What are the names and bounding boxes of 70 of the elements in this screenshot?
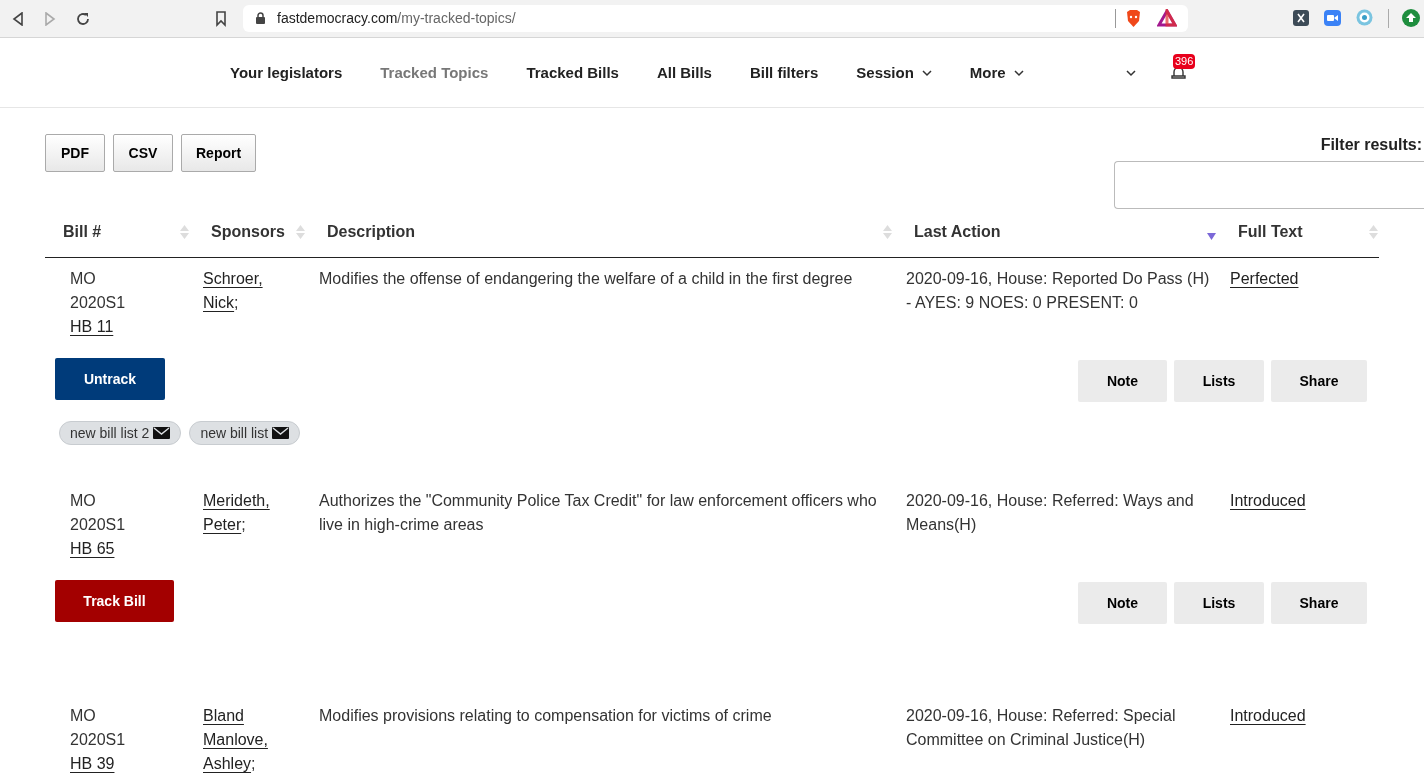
sponsor-link[interactable]: Merideth, bbox=[203, 489, 270, 513]
sponsor-link[interactable]: Manlove, bbox=[203, 728, 268, 752]
mail-icon bbox=[153, 427, 171, 439]
triangle-icon[interactable] bbox=[1157, 9, 1177, 27]
eye-icon[interactable] bbox=[1356, 9, 1373, 26]
column-header[interactable]: Bill # bbox=[45, 219, 195, 244]
lock-icon bbox=[255, 12, 266, 25]
nav-link[interactable]: Your legislators bbox=[230, 61, 343, 85]
bill-link[interactable]: HB 39 bbox=[70, 752, 115, 776]
sponsor-link[interactable]: Bland bbox=[203, 704, 244, 728]
session-code: 2020S1 bbox=[70, 730, 126, 750]
back-icon[interactable] bbox=[12, 12, 24, 26]
action-button[interactable]: Lists bbox=[1174, 582, 1264, 624]
address-bar[interactable]: fastdemocracy.com/my-tracked-topics/ bbox=[243, 5, 1188, 32]
nav-link[interactable]: Session bbox=[856, 61, 932, 85]
action-button[interactable]: Share bbox=[1271, 582, 1367, 624]
url-text: fastdemocracy.com/my-tracked-topics/ bbox=[277, 9, 516, 28]
session-code: 2020S1 bbox=[70, 515, 126, 535]
state-code: MO bbox=[70, 269, 96, 289]
shield-icon[interactable] bbox=[1125, 9, 1142, 28]
description-text: Modifies provisions relating to compensation for victims of crime bbox=[318, 706, 773, 726]
description-text: Modifies the offense of endangering the welfare of a child in the first degree bbox=[318, 269, 854, 289]
reload-icon[interactable] bbox=[75, 11, 91, 27]
track-button[interactable]: Track Bill bbox=[55, 580, 174, 622]
column-header[interactable]: Sponsors bbox=[195, 219, 311, 244]
state-code: MO bbox=[70, 491, 96, 511]
nav-link[interactable]: Tracked Bills bbox=[526, 61, 619, 85]
last-action-text: 2020-09-16, House: Referred: Special Committee on Criminal Justice(H) bbox=[905, 706, 1177, 750]
session-code: 2020S1 bbox=[70, 293, 126, 313]
bell-icon[interactable] bbox=[1171, 66, 1186, 81]
action-button[interactable]: Note bbox=[1078, 360, 1167, 402]
export-button[interactable]: CSV bbox=[113, 134, 173, 172]
filter-label: Filter results: bbox=[1320, 135, 1422, 155]
full-text-link[interactable]: Introduced bbox=[1230, 707, 1306, 724]
column-header[interactable]: Description bbox=[311, 219, 898, 244]
nav-link[interactable]: More bbox=[969, 61, 1024, 85]
full-text-link[interactable]: Perfected bbox=[1230, 270, 1299, 287]
sponsor-link[interactable]: Schroer, bbox=[203, 267, 263, 291]
chevron-down-icon[interactable] bbox=[1126, 70, 1136, 77]
export-button[interactable]: Report bbox=[181, 134, 257, 172]
sponsor-link[interactable]: Peter bbox=[203, 513, 242, 537]
nav-link[interactable]: Tracked Topics bbox=[380, 61, 489, 85]
mail-icon bbox=[272, 427, 290, 439]
state-code: MO bbox=[70, 706, 96, 726]
action-button[interactable]: Note bbox=[1078, 582, 1167, 624]
filter-field[interactable] bbox=[1114, 161, 1424, 209]
untrack-button[interactable]: Untrack bbox=[55, 358, 165, 400]
notification-badge: 396 bbox=[1173, 54, 1196, 69]
full-text-link[interactable]: Introduced bbox=[1230, 492, 1306, 509]
nav-link[interactable]: All Bills bbox=[656, 61, 712, 85]
upload-icon[interactable] bbox=[1402, 9, 1420, 27]
separator-text: ; bbox=[234, 293, 239, 313]
column-header[interactable]: Last Action bbox=[898, 219, 1222, 244]
bill-link[interactable]: HB 65 bbox=[70, 537, 115, 561]
video-camera-icon[interactable] bbox=[1324, 10, 1341, 26]
last-action-text: 2020-09-16, House: Reported Do Pass (H) - AYES: 9 NOES: 0 PRESENT: 0 bbox=[905, 269, 1211, 313]
extension-icon[interactable] bbox=[1293, 10, 1309, 26]
export-button[interactable]: PDF bbox=[45, 134, 105, 172]
list-tag[interactable]: new bill list 2 bbox=[59, 421, 182, 445]
action-button[interactable]: Lists bbox=[1174, 360, 1264, 402]
description-text: Authorizes the "Community Police Tax Credit" for law enforcement officers who live in high-crime areas bbox=[318, 491, 878, 535]
separator-text: ; bbox=[241, 515, 246, 535]
bookmark-icon[interactable] bbox=[215, 11, 227, 27]
list-tag[interactable]: new bill list bbox=[189, 421, 301, 445]
nav-link[interactable]: Bill filters bbox=[749, 61, 819, 85]
last-action-text: 2020-09-16, House: Referred: Ways and Means(H) bbox=[905, 491, 1195, 535]
action-button[interactable]: Share bbox=[1271, 360, 1367, 402]
separator-text: ; bbox=[251, 754, 256, 774]
bill-link[interactable]: HB 11 bbox=[70, 315, 114, 339]
column-header[interactable]: Full Text bbox=[1222, 219, 1384, 244]
